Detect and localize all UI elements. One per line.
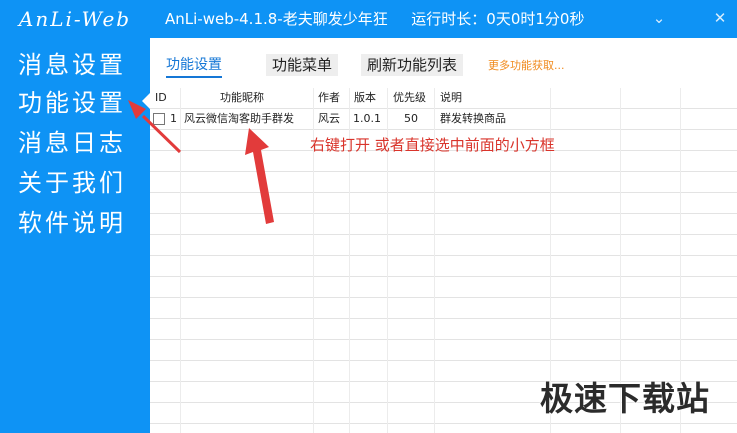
grid-line [150, 339, 737, 340]
row-checkbox[interactable] [153, 113, 165, 125]
app-title: AnLi-web-4.1.8-老夫聊发少年狂 [165, 10, 388, 28]
grid-line [150, 297, 737, 298]
column-header-name[interactable]: 功能昵称 [220, 88, 264, 108]
close-icon: ✕ [713, 9, 727, 27]
runtime-label: 运行时长：0天0时1分0秒 [411, 10, 585, 28]
grid-line [150, 360, 737, 361]
grid-line [150, 213, 737, 214]
cell-priority: 50 [404, 112, 418, 125]
column-header-priority[interactable]: 优先级 [393, 88, 426, 108]
grid-line [150, 276, 737, 277]
watermark: 极速下载站 [540, 379, 710, 418]
grid-line [150, 234, 737, 235]
grid-line [150, 423, 737, 424]
column-header-id[interactable]: ID [155, 88, 167, 108]
instruction-hint: 右键打开 或者直接选中前面的小方框 [310, 136, 555, 154]
minimize-button[interactable]: ⌄ [647, 6, 671, 30]
app-logo: AnLi-Web [18, 7, 132, 31]
grid-line [150, 318, 737, 319]
cell-id: 1 [170, 112, 177, 125]
cell-name: 风云微信淘客助手群发 [184, 112, 294, 125]
cell-version: 1.0.1 [353, 112, 381, 125]
column-header-author[interactable]: 作者 [318, 88, 340, 108]
tab-function-menu[interactable]: 功能菜单 [266, 54, 339, 76]
grid-line [150, 171, 737, 172]
column-header-description[interactable]: 说明 [440, 88, 462, 108]
more-functions-link[interactable]: 更多功能获取... [488, 57, 565, 73]
sidebar: AnLi-Web 消息设置 功能设置 消息日志 关于我们 软件说明 [0, 0, 150, 433]
sidebar-item-about-us[interactable]: 关于我们 [18, 168, 126, 200]
sidebar-item-function-settings[interactable]: 功能设置 [18, 88, 126, 120]
sidebar-item-message-settings[interactable]: 消息设置 [18, 50, 126, 82]
cell-description: 群发转换商品 [440, 112, 506, 125]
tab-function-settings[interactable]: 功能设置 [166, 54, 222, 78]
chevron-down-icon: ⌄ [652, 9, 666, 27]
close-button[interactable]: ✕ [708, 6, 732, 30]
sidebar-item-software-guide[interactable]: 软件说明 [18, 208, 126, 240]
column-header-version[interactable]: 版本 [354, 88, 376, 108]
sidebar-item-message-log[interactable]: 消息日志 [18, 128, 126, 160]
window-title: AnLi-web-4.1.8-老夫聊发少年狂 运行时长：0天0时1分0秒 [165, 0, 584, 38]
grid-line [150, 129, 737, 130]
refresh-function-list-button[interactable]: 刷新功能列表 [361, 54, 464, 76]
grid-line [180, 88, 181, 433]
cell-author: 风云 [318, 112, 340, 125]
active-nav-pointer [142, 93, 150, 109]
title-bar: AnLi-web-4.1.8-老夫聊发少年狂 运行时长：0天0时1分0秒 ⌄ ✕ [150, 0, 737, 38]
grid-line [150, 192, 737, 193]
grid-line [150, 255, 737, 256]
